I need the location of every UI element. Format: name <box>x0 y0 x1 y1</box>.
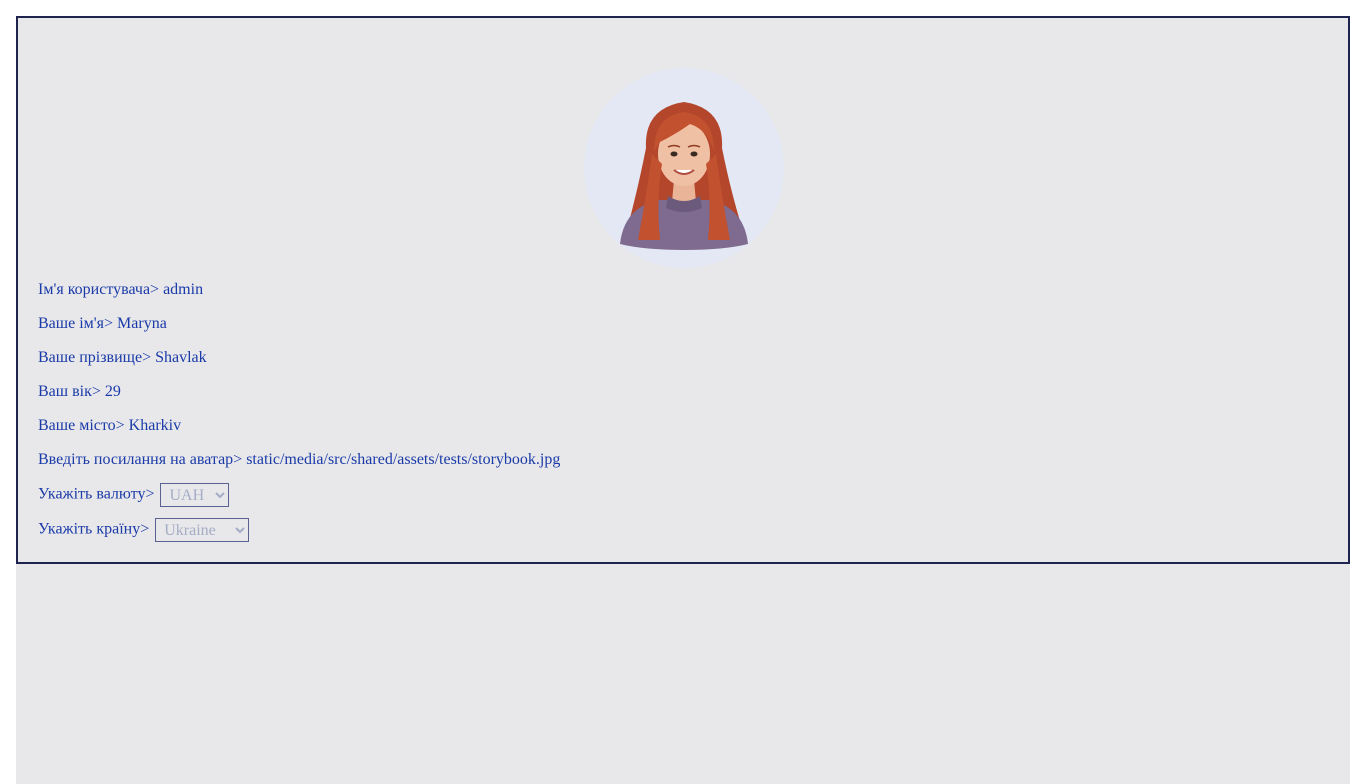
first-name-label: Ваше ім'я> <box>38 315 114 332</box>
currency-select[interactable]: UAH <box>160 483 230 507</box>
avatar-image <box>584 68 784 268</box>
avatar <box>584 68 784 268</box>
profile-fields: Ім'я користувача> admin Ваше ім'я> Maryn… <box>38 279 560 553</box>
username-value: admin <box>159 281 204 298</box>
first-name-value: Maryna <box>113 315 167 332</box>
last-name-value: Shavlak <box>151 349 207 366</box>
age-value: 29 <box>100 383 121 400</box>
username-label: Ім'я користувача> <box>38 281 160 298</box>
age-label: Ваш вік> <box>38 383 101 400</box>
profile-card: Ім'я користувача> admin Ваше ім'я> Maryn… <box>16 16 1350 564</box>
avatar-link-label: Введіть посилання на аватар> <box>38 451 243 468</box>
currency-label: Укажіть валюту> <box>38 485 155 503</box>
field-currency: Укажіть валюту> UAH <box>38 483 560 518</box>
field-country: Укажіть країну> Ukraine <box>38 518 560 553</box>
avatar-link-value: static/media/src/shared/assets/tests/sto… <box>242 451 561 468</box>
field-last-name: Ваше прізвище> Shavlak <box>38 347 560 381</box>
country-select[interactable]: Ukraine <box>155 518 250 542</box>
city-label: Ваше місто> <box>38 417 125 434</box>
last-name-label: Ваше прізвище> <box>38 349 152 366</box>
field-avatar-link: Введіть посилання на аватар> static/medi… <box>38 449 560 483</box>
field-city: Ваше місто> Kharkiv <box>38 415 560 449</box>
field-username: Ім'я користувача> admin <box>38 279 560 313</box>
field-first-name: Ваше ім'я> Maryna <box>38 313 560 347</box>
city-value: Kharkiv <box>124 417 182 434</box>
field-age: Ваш вік> 29 <box>38 381 560 415</box>
country-label: Укажіть країну> <box>38 520 150 538</box>
